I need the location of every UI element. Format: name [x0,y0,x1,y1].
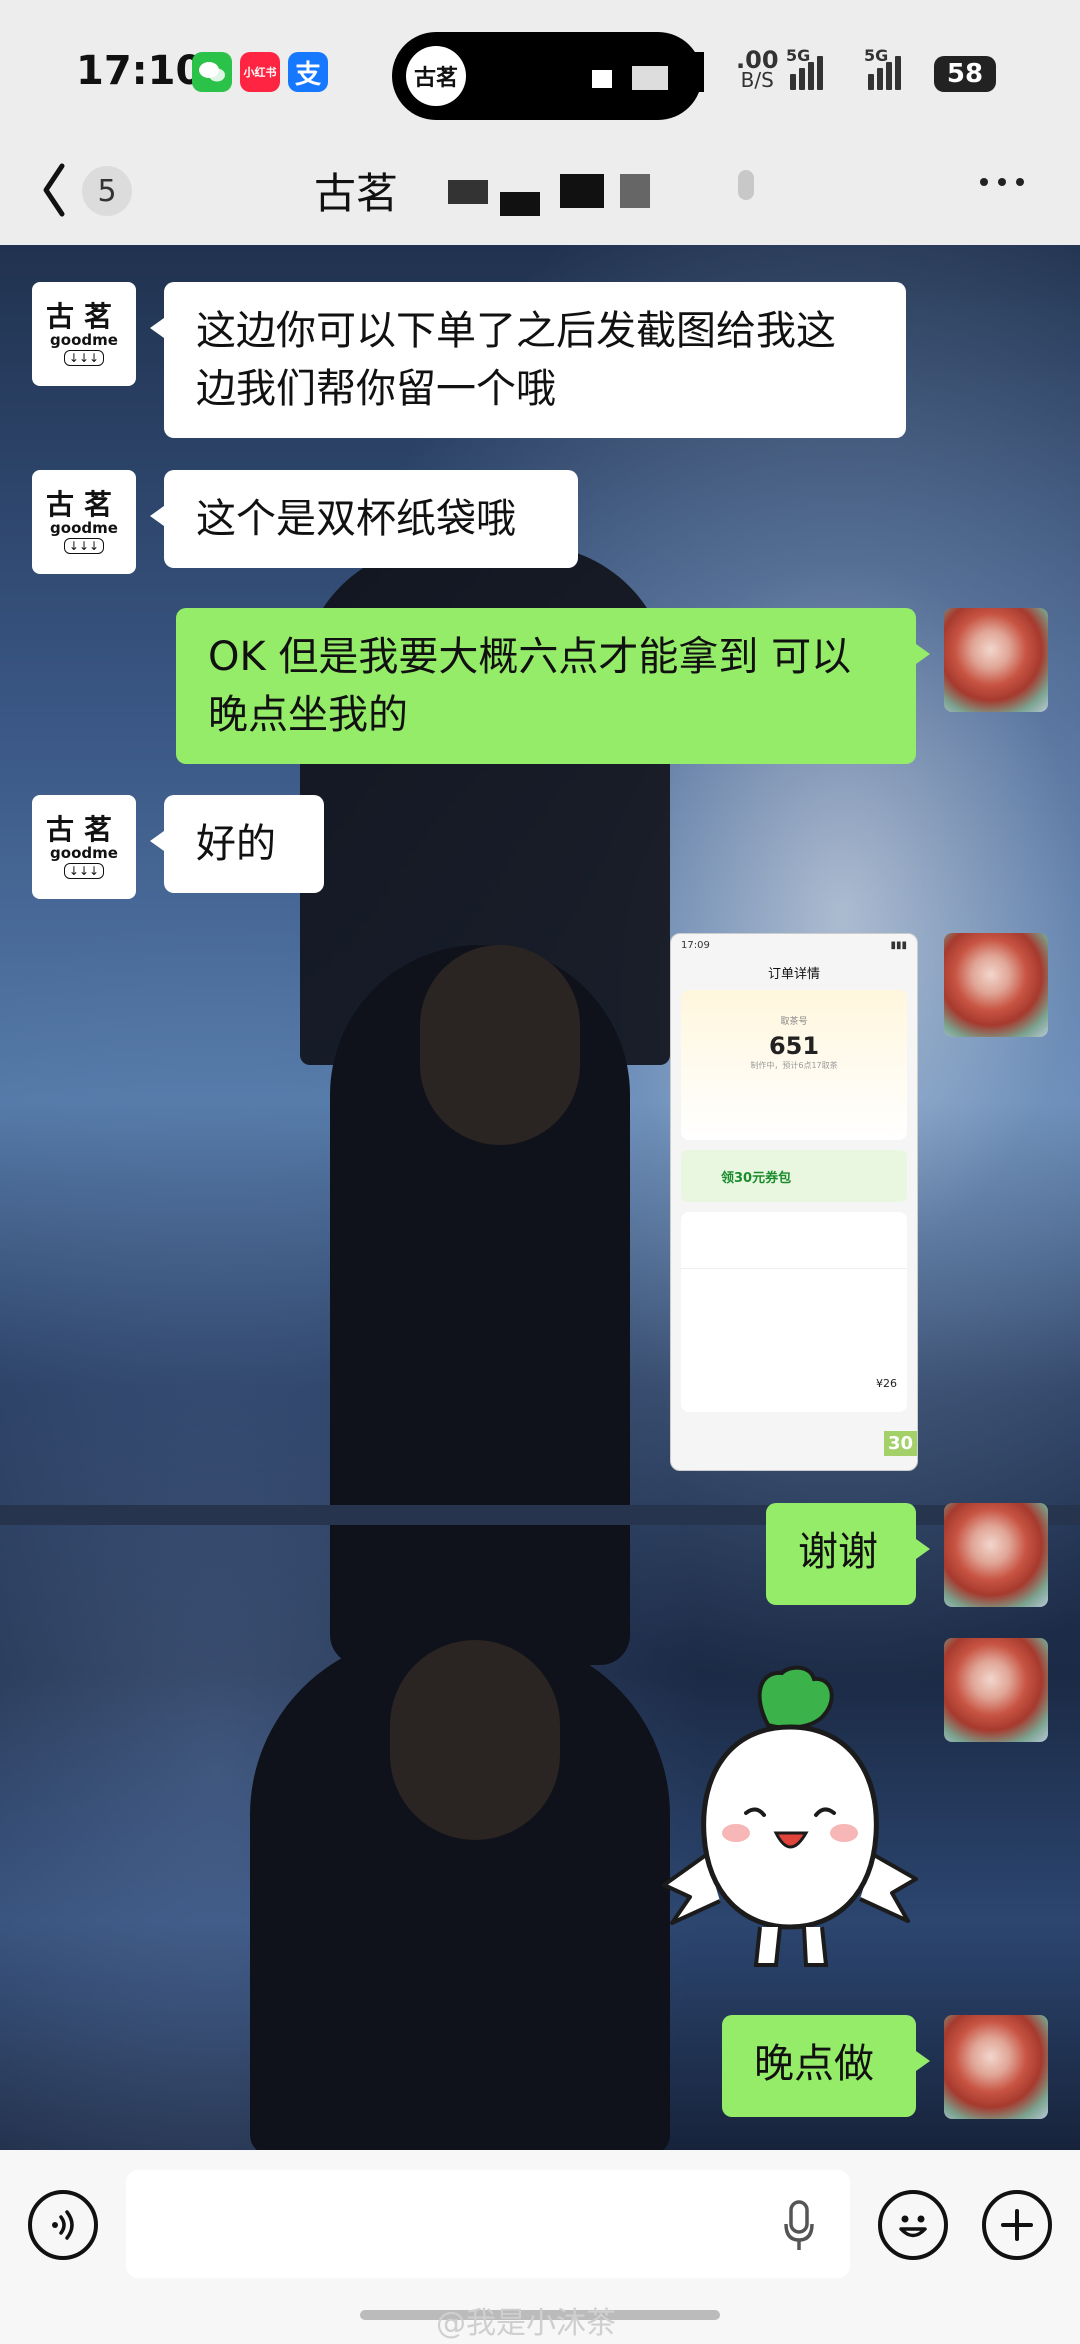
screenshot-coupon-banner: 领30元券包 [681,1150,907,1202]
contact-avatar[interactable]: 古茗 goodme ↓↓↓ [32,795,136,899]
message-bubble-received[interactable]: 这个是双杯纸袋哦 [150,470,578,568]
add-attachment-icon[interactable] [982,2190,1052,2260]
mute-icon [738,170,754,200]
screenshot-order-card: 取茶号 651 制作中，预计6点17取茶 [681,990,907,1140]
emoji-icon[interactable] [878,2190,948,2260]
chat-header: 5 古茗 [0,140,1080,245]
message-bubble-received[interactable]: 这边你可以下单了之后发截图给我这边我们帮你留一个哦 [150,282,906,438]
redacted-block [632,66,668,90]
voice-input-toggle-icon[interactable] [28,2190,98,2260]
redacted-block [500,192,540,216]
signal-icon: 5G [864,46,901,90]
more-options-icon[interactable] [980,178,1024,186]
battery-icon: 58 [934,56,996,92]
user-avatar[interactable] [944,1638,1048,1742]
background-figure [420,945,580,1145]
microphone-icon[interactable] [784,2198,814,2254]
user-avatar[interactable] [944,2015,1048,2119]
screenshot-order-items: ¥26 [681,1212,907,1412]
background-figure [390,1640,560,1840]
redacted-block [560,174,604,208]
sent-image-order-screenshot[interactable]: 17:09 ▮▮▮ 订单详情 取茶号 651 制作中，预计6点17取茶 领30元券… [670,933,918,1471]
user-avatar[interactable] [944,933,1048,1037]
radish-sticker[interactable] [660,1665,920,1985]
notification-logo: 古茗 [406,46,466,106]
message-bubble-sent[interactable]: OK 但是我要大概六点才能拿到 可以晚点坐我的 [176,608,930,764]
status-time: 17:10 [76,48,204,94]
message-input-bar: @我是小沐茶 [0,2150,1080,2344]
screenshot-statusbar: 17:09 ▮▮▮ [681,940,907,951]
message-bubble-sent[interactable]: 谢谢 [766,1503,930,1605]
user-avatar[interactable] [944,1503,1048,1607]
message-bubble-received[interactable]: 好的 [150,795,324,893]
wechat-icon [192,52,232,92]
network-speed: .00 B/S [736,46,779,92]
contact-avatar[interactable]: 古茗 goodme ↓↓↓ [32,282,136,386]
signal-icon: 5G [786,46,823,90]
alipay-icon: 支 [288,52,328,92]
background-stage [0,1505,1080,1525]
xiaohongshu-icon: 小红书 [240,52,280,92]
screenshot-header: 订单详情 [767,967,820,982]
chat-title: 古茗 [314,169,399,218]
message-text-field[interactable] [126,2170,850,2278]
unread-count-badge[interactable]: 5 [82,166,132,216]
redacted-block [620,174,650,208]
redacted-block [592,70,612,88]
redacted-block [680,52,704,92]
status-bar: 17:10 小红书 支 古茗 .00 B/S 5G 5G 58 [0,0,1080,140]
redacted-block [448,180,488,204]
user-avatar[interactable] [944,608,1048,712]
contact-avatar[interactable]: 古茗 goodme ↓↓↓ [32,470,136,574]
message-bubble-sent[interactable]: 晚点做 [722,2015,930,2117]
screenshot-corner-badge: 30 [883,1431,917,1456]
watermark-text: @我是小沐茶 [436,2306,616,2341]
chat-message-area[interactable]: 古茗 goodme ↓↓↓ 这边你可以下单了之后发截图给我这边我们帮你留一个哦 … [0,245,1080,2150]
